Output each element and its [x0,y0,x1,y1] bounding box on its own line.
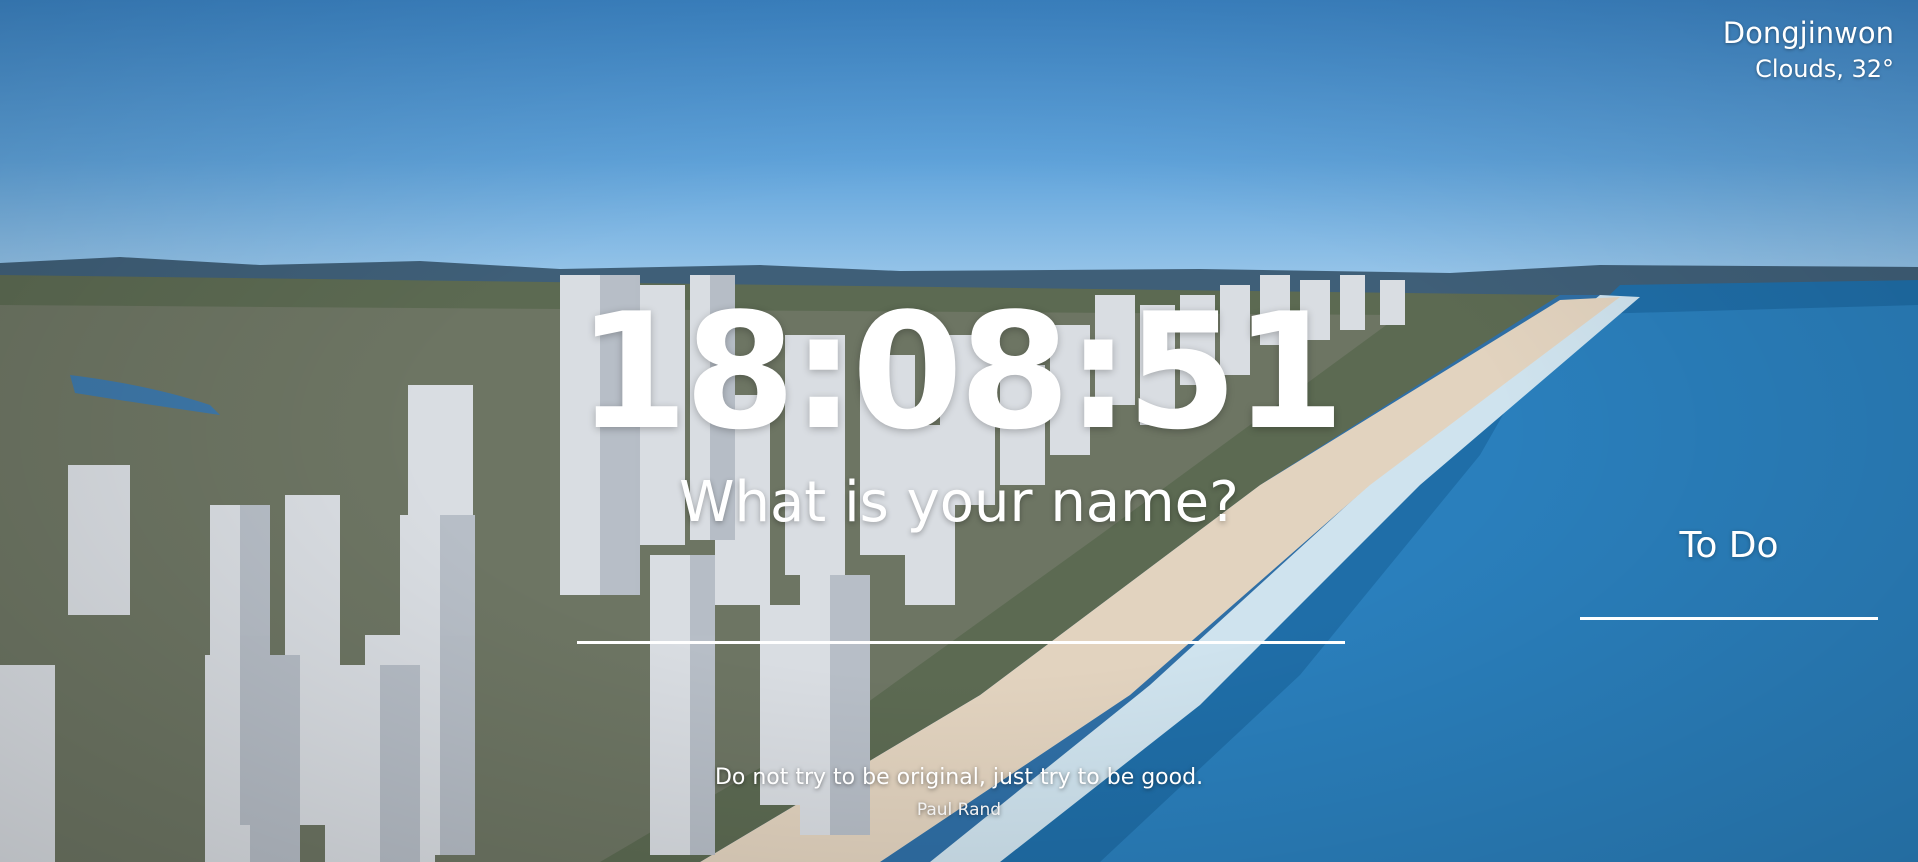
todo-input[interactable] [1580,578,1878,620]
quote-author: Paul Rand [916,800,1002,820]
weather-condition: Clouds, 32° [1755,55,1894,83]
todo-title: To Do [1679,525,1779,566]
weather-widget[interactable]: Dongjinwon Clouds, 32° [1723,14,1894,86]
background-sky [0,0,1918,290]
name-input[interactable] [577,598,1345,644]
weather-location: Dongjinwon [1722,16,1894,50]
clock-time: 18:08:51 [577,278,1345,465]
momentum-dashboard: Dongjinwon Clouds, 32° 18:08:51 What is … [0,0,1918,862]
quote-text: Do not try to be original, just try to b… [714,765,1204,790]
